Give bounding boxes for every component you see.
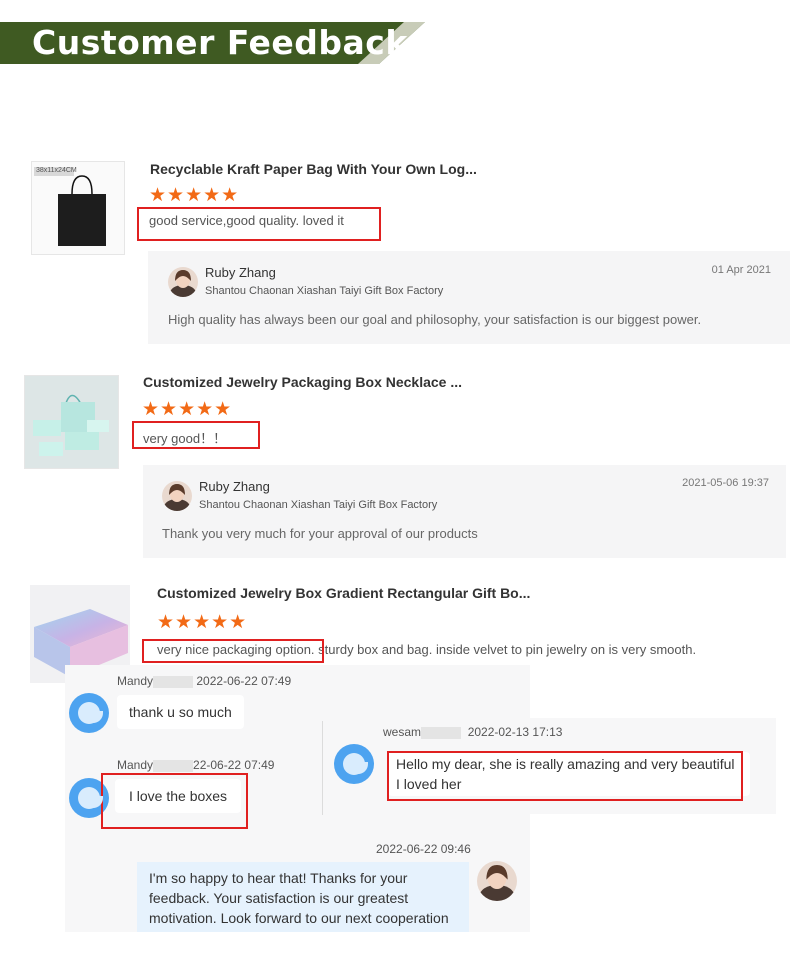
seller-company: Shantou Chaonan Xiashan Taiyi Gift Box F…: [199, 499, 438, 511]
rating-stars: ★★★★★: [149, 185, 240, 206]
highlight-box: [101, 773, 248, 829]
chat-sender: wesam 2022-02-13 17:13: [383, 725, 562, 739]
blurred-name: [421, 726, 462, 739]
user-avatar-icon: [334, 744, 374, 784]
seller-company: Shantou Chaonan Xiashan Taiyi Gift Box F…: [205, 285, 444, 297]
blurred-name: [153, 675, 194, 688]
product-title[interactable]: Recyclable Kraft Paper Bag With Your Own…: [150, 161, 477, 177]
seller-avatar: [168, 267, 198, 297]
sender-name: wesam: [383, 725, 422, 739]
highlight-box: [387, 751, 743, 801]
reply-date: 01 Apr 2021: [711, 264, 771, 276]
rating-stars: ★★★★★: [142, 399, 233, 420]
highlight-box: [142, 639, 324, 663]
seller-avatar: [162, 481, 192, 511]
review-text-rest: sturdy box and bag. inside velvet to pin…: [318, 642, 697, 657]
message-date: 2022-02-13 17:13: [467, 725, 563, 739]
rating-stars: ★★★★★: [157, 612, 248, 633]
product-title[interactable]: Customized Jewelry Packaging Box Necklac…: [143, 374, 462, 390]
chat-panel: wesam 2022-02-13 17:13 Hello my dear, sh…: [326, 718, 776, 814]
highlight-box: [132, 421, 260, 449]
seller-reply: Ruby Zhang Shantou Chaonan Xiashan Taiyi…: [143, 465, 786, 558]
highlight-box: [137, 207, 381, 241]
seller-avatar: [477, 861, 517, 901]
chat-bubble: thank u so much: [117, 695, 244, 729]
product-title[interactable]: Customized Jewelry Box Gradient Rectangu…: [157, 585, 530, 601]
seller-reply: Ruby Zhang Shantou Chaonan Xiashan Taiyi…: [148, 251, 790, 344]
chat-reply-bubble: I'm so happy to hear that! Thanks for yo…: [137, 862, 469, 932]
reply-date: 2022-06-22 09:46: [376, 842, 471, 856]
divider: [322, 721, 323, 815]
message-date: 2022-06-22 07:49: [196, 674, 292, 688]
seller-name: Ruby Zhang: [199, 479, 270, 494]
thumbnail-label: 38x11x24CM: [36, 167, 77, 174]
chat-sender: Mandy 22-06-22 07:49: [117, 758, 274, 772]
reply-message: Thank you very much for your approval of…: [162, 526, 478, 541]
sender-name: Mandy: [117, 758, 154, 772]
reply-message: High quality has always been our goal an…: [168, 312, 702, 327]
product-thumbnail[interactable]: [24, 375, 119, 469]
page-title: Customer Feedback: [32, 23, 408, 62]
blurred-name: [153, 759, 194, 772]
seller-name: Ruby Zhang: [205, 265, 276, 280]
sender-name: Mandy: [117, 674, 154, 688]
message-date: 22-06-22 07:49: [193, 758, 275, 772]
reply-date: 2021-05-06 19:37: [682, 477, 769, 489]
user-avatar-icon: [69, 693, 109, 733]
chat-sender: Mandy 2022-06-22 07:49: [117, 674, 291, 688]
product-thumbnail[interactable]: 38x11x24CM: [31, 161, 125, 255]
